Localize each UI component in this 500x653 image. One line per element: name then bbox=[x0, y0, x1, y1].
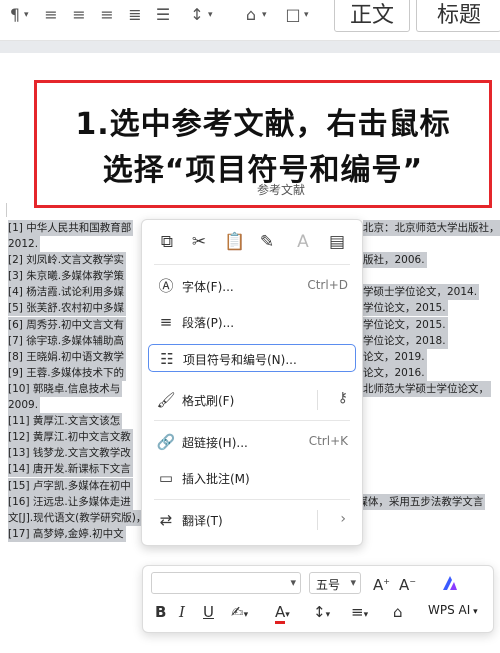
menu-item-paragraph[interactable]: ≡ 段落(P)... bbox=[148, 308, 356, 336]
margin-marker bbox=[0, 203, 7, 217]
shading-icon[interactable]: ⌂ bbox=[240, 4, 262, 26]
decrease-font-icon[interactable]: A− bbox=[399, 572, 416, 595]
copy-icon[interactable]: ⧉ bbox=[156, 231, 178, 253]
chevron-right-icon: › bbox=[340, 511, 346, 527]
align-left-icon[interactable]: ≡ bbox=[40, 4, 62, 26]
references-heading: 参考文献 bbox=[257, 183, 306, 197]
align-icon[interactable]: ≡▾ bbox=[351, 602, 368, 625]
border-icon[interactable]: □ bbox=[282, 4, 304, 26]
menu-divider bbox=[154, 420, 350, 421]
line-spacing-icon[interactable]: ↕ bbox=[186, 4, 208, 26]
paragraph-icon: ≡ bbox=[159, 313, 173, 331]
chevron-down-icon: ▾ bbox=[350, 576, 356, 589]
paste-text-icon[interactable]: A bbox=[292, 231, 314, 253]
translate-icon: ⇄ bbox=[159, 511, 173, 529]
chevron-down-icon[interactable]: ▾ bbox=[304, 4, 309, 26]
distributed-align-icon[interactable]: ☰ bbox=[152, 4, 174, 26]
menu-item-translate[interactable]: ⇄ 翻译(T) › bbox=[148, 506, 356, 534]
comment-icon: ▭ bbox=[158, 469, 174, 487]
font-color-icon[interactable]: A▾ bbox=[275, 602, 290, 625]
font-size-dropdown[interactable]: 五号 ▾ bbox=[309, 572, 361, 594]
menu-divider bbox=[154, 499, 350, 500]
wps-ai-logo-icon[interactable] bbox=[441, 574, 459, 592]
chevron-down-icon[interactable]: ▾ bbox=[24, 4, 29, 26]
chevron-down-icon[interactable]: ▾ bbox=[208, 4, 213, 26]
justify-icon[interactable]: ≣ bbox=[124, 4, 146, 26]
font-icon: Ⓐ bbox=[158, 277, 174, 295]
chevron-down-icon[interactable]: ▾ bbox=[262, 4, 267, 26]
paste-icon[interactable]: 📋 bbox=[224, 231, 246, 253]
format-painter-lock-icon[interactable]: ⚷ bbox=[338, 390, 348, 406]
style-heading[interactable]: 标题 bbox=[416, 0, 500, 32]
quick-actions-row: ⧉ ✂ 📋 ✎ A ▤ bbox=[142, 220, 362, 262]
align-center-icon[interactable]: ≡ bbox=[68, 4, 90, 26]
context-menu: ⧉ ✂ 📋 ✎ A ▤ Ⓐ 字体(F)... Ctrl+D ≡ 段落(P)...… bbox=[141, 219, 363, 546]
menu-item-hyperlink[interactable]: 🔗 超链接(H)... Ctrl+K bbox=[148, 428, 356, 456]
wps-ai-button[interactable]: WPS AI ▾ bbox=[428, 603, 478, 617]
menu-item-font[interactable]: Ⓐ 字体(F)... Ctrl+D bbox=[148, 272, 356, 300]
bold-icon[interactable]: B bbox=[155, 602, 166, 622]
instruction-banner: 1.选中参考文献，右击鼠标 选择“项目符号和编号” 参考文献 bbox=[34, 80, 492, 208]
banner-line-1: 1.选中参考文献，右击鼠标 bbox=[75, 107, 451, 142]
increase-font-icon[interactable]: A+ bbox=[373, 572, 390, 595]
floating-format-bar: ▾ 五号 ▾ A+ A− B I U ✍▾ A▾ ↕▾ ≡▾ ⌂ WPS AI … bbox=[142, 565, 494, 633]
style-heading-label: 标题 bbox=[436, 3, 481, 28]
paragraph-mark-icon[interactable]: ¶ bbox=[4, 4, 26, 26]
line-spacing-icon[interactable]: ↕▾ bbox=[313, 602, 330, 625]
menu-item-format-painter[interactable]: 🖌 格式刷(F) ⚷ bbox=[148, 386, 356, 414]
highlight-icon[interactable]: ✍▾ bbox=[231, 602, 248, 625]
font-name-dropdown[interactable]: ▾ bbox=[151, 572, 301, 594]
menu-item-bullets-numbering[interactable]: ☷ 项目符号和编号(N)... bbox=[148, 344, 356, 372]
link-icon: 🔗 bbox=[156, 433, 176, 451]
chevron-down-icon: ▾ bbox=[290, 576, 296, 589]
style-normal[interactable]: 正文 bbox=[334, 0, 410, 32]
paste-special-icon[interactable]: ▤ bbox=[326, 231, 348, 253]
bullet-list-icon: ☷ bbox=[160, 350, 174, 368]
paste-format-icon[interactable]: ✎ bbox=[256, 231, 278, 253]
cut-icon[interactable]: ✂ bbox=[188, 231, 210, 253]
menu-item-insert-comment[interactable]: ▭ 插入批注(M) bbox=[148, 464, 356, 492]
italic-icon[interactable]: I bbox=[179, 602, 185, 622]
format-painter-icon: 🖌 bbox=[156, 391, 176, 409]
menu-divider bbox=[154, 264, 350, 265]
page-gap bbox=[0, 41, 500, 53]
format-painter-icon[interactable]: ⌂ bbox=[393, 602, 403, 622]
underline-icon[interactable]: U bbox=[203, 602, 214, 622]
style-normal-label: 正文 bbox=[349, 3, 394, 28]
ribbon-toolbar: ¶ ▾ ≡ ≡ ≡ ≣ ☰ ↕ ▾ ⌂ ▾ □ ▾ 正文 标题 bbox=[0, 0, 500, 41]
align-right-icon[interactable]: ≡ bbox=[96, 4, 118, 26]
